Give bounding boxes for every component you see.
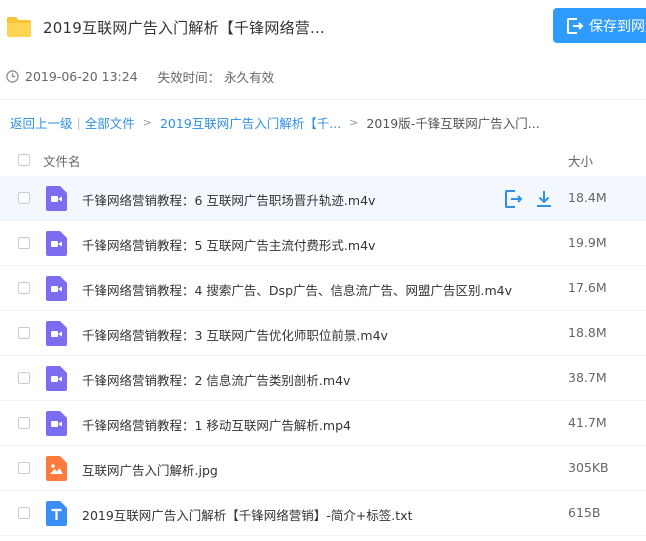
breadcrumb-separator: |	[76, 115, 81, 130]
back-link[interactable]: 返回上一级	[10, 113, 73, 132]
file-list: 千锋网络营销教程：6 互联网广告职场晋升轨迹.m4v 18.4M 千锋网络营销教…	[0, 176, 646, 536]
breadcrumb-arrow: >	[349, 116, 359, 129]
row-checkbox[interactable]	[18, 417, 30, 429]
row-checkbox[interactable]	[18, 282, 30, 294]
download-icon[interactable]	[533, 188, 555, 210]
breadcrumb-current: 2019版-千锋互联网广告入门...	[366, 116, 540, 131]
save-to-disk-button[interactable]: 保存到网盘	[553, 8, 646, 43]
table-row[interactable]: 千锋网络营销教程：5 互联网广告主流付费形式.m4v 19.9M	[0, 221, 646, 266]
file-size: 38.7M	[568, 370, 607, 385]
file-size: 19.9M	[568, 235, 607, 250]
expire-value: 永久有效	[224, 70, 275, 85]
all-files-link[interactable]: 全部文件	[85, 113, 135, 132]
row-checkbox[interactable]	[18, 327, 30, 339]
breadcrumb-arrow: >	[142, 116, 152, 129]
row-checkbox[interactable]	[18, 462, 30, 474]
file-name[interactable]: 千锋网络营销教程：2 信息流广告类别剖析.m4v	[82, 370, 350, 389]
save-to-disk-label: 保存到网盘	[589, 18, 646, 35]
file-size: 18.4M	[568, 190, 607, 205]
folder-icon	[7, 17, 31, 37]
breadcrumb-level1-link[interactable]: 2019互联网广告入门解析【千...	[160, 113, 341, 132]
table-row[interactable]: 千锋网络营销教程：6 互联网广告职场晋升轨迹.m4v 18.4M	[0, 176, 646, 221]
table-row[interactable]: 互联网广告入门解析.jpg 305KB	[0, 446, 646, 491]
file-size: 18.8M	[568, 325, 607, 340]
share-time: 2019-06-20 13:24	[25, 69, 138, 84]
save-to-disk-icon	[567, 17, 584, 34]
video-icon	[46, 411, 67, 436]
share-header: 2019互联网广告入门解析【千锋网络营... 保存到网盘	[0, 0, 646, 56]
file-name[interactable]: 千锋网络营销教程：6 互联网广告职场晋升轨迹.m4v	[82, 190, 375, 209]
page-title: 2019互联网广告入门解析【千锋网络营...	[43, 19, 325, 37]
breadcrumb: 返回上一级 | 全部文件 > 2019互联网广告入门解析【千... > 2019…	[10, 113, 540, 132]
video-icon	[46, 366, 67, 391]
clock-icon	[6, 70, 19, 83]
file-name[interactable]: 千锋网络营销教程：1 移动互联网广告解析.mp4	[82, 415, 351, 434]
column-header-size[interactable]: 大小	[568, 151, 593, 170]
file-name[interactable]: 千锋网络营销教程：4 搜索广告、Dsp广告、信息流广告、网盟广告区别.m4v	[82, 280, 512, 299]
file-name[interactable]: 2019互联网广告入门解析【千锋网络营销】-简介+标签.txt	[82, 505, 412, 524]
divider	[0, 99, 646, 100]
row-checkbox[interactable]	[18, 192, 30, 204]
text-icon	[46, 501, 67, 526]
select-all-checkbox[interactable]	[18, 154, 30, 166]
share-meta: 2019-06-20 13:24 失效时间： 永久有效	[6, 67, 274, 86]
table-row[interactable]: 千锋网络营销教程：2 信息流广告类别剖析.m4v 38.7M	[0, 356, 646, 401]
video-icon	[46, 321, 67, 346]
video-icon	[46, 231, 67, 256]
row-checkbox[interactable]	[18, 507, 30, 519]
table-row[interactable]: 千锋网络营销教程：3 互联网广告优化师职位前景.m4v 18.8M	[0, 311, 646, 356]
file-size: 305KB	[568, 460, 609, 475]
table-row[interactable]: 千锋网络营销教程：1 移动互联网广告解析.mp4 41.7M	[0, 401, 646, 446]
row-checkbox[interactable]	[18, 372, 30, 384]
video-icon	[46, 276, 67, 301]
table-row[interactable]: 2019互联网广告入门解析【千锋网络营销】-简介+标签.txt 615B	[0, 491, 646, 536]
file-size: 615B	[568, 505, 601, 520]
video-icon	[46, 186, 67, 211]
column-header-name[interactable]: 文件名	[43, 151, 81, 170]
file-size: 17.6M	[568, 280, 607, 295]
row-checkbox[interactable]	[18, 237, 30, 249]
image-icon	[46, 456, 67, 481]
file-name[interactable]: 千锋网络营销教程：3 互联网广告优化师职位前景.m4v	[82, 325, 388, 344]
file-name[interactable]: 千锋网络营销教程：5 互联网广告主流付费形式.m4v	[82, 235, 375, 254]
file-name[interactable]: 互联网广告入门解析.jpg	[82, 460, 218, 479]
table-header: 文件名 大小	[0, 144, 646, 176]
table-row[interactable]: 千锋网络营销教程：4 搜索广告、Dsp广告、信息流广告、网盟广告区别.m4v 1…	[0, 266, 646, 311]
row-actions	[502, 188, 564, 210]
expire-label: 失效时间：	[157, 70, 221, 85]
save-to-disk-icon[interactable]	[502, 188, 524, 210]
file-size: 41.7M	[568, 415, 607, 430]
